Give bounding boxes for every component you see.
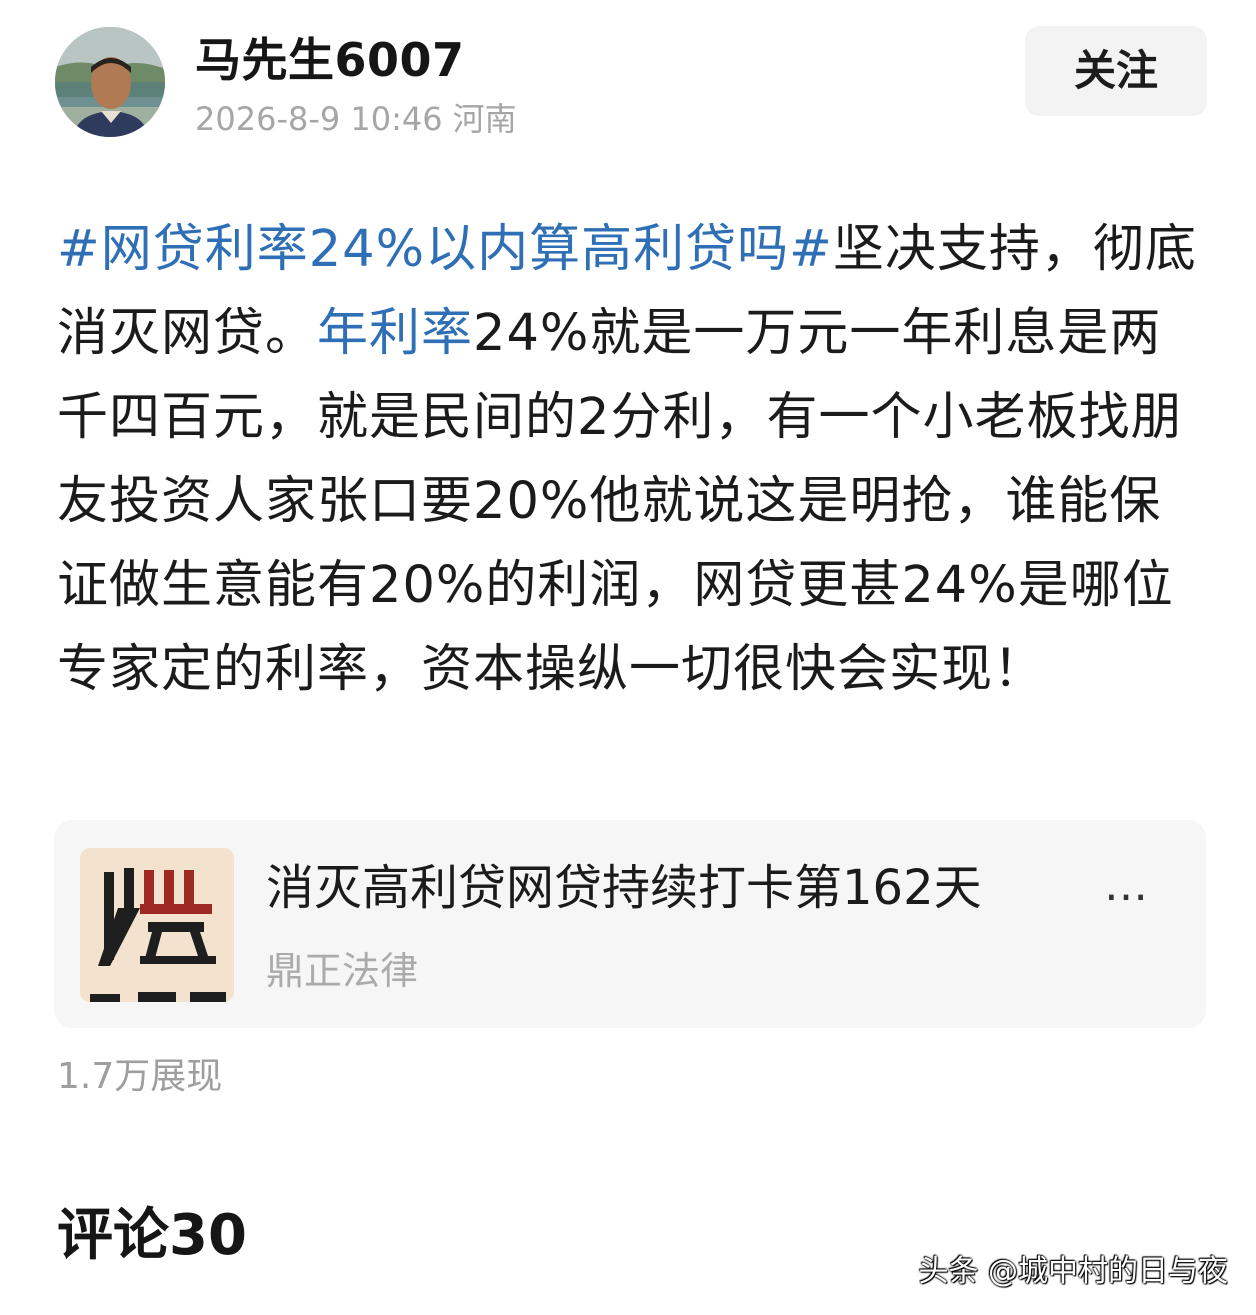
post-text-part-2: 24%就是一万元一年利息是两千四百元，就是民间的2分利，有一个小老板找朋友投资人…: [57, 304, 1183, 699]
view-count: 1.7万展现: [57, 1056, 223, 1097]
author-name[interactable]: 马先生6007: [195, 30, 465, 90]
keyword-link[interactable]: 年利率: [317, 304, 473, 363]
shared-article-card[interactable]: 消灭高利贷网贷持续打卡第162天 … 鼎正法律: [54, 820, 1206, 1028]
hashtag-link[interactable]: #网贷利率24%以内算高利贷吗#: [57, 220, 833, 279]
post-date: 2026-8-9 10:46: [195, 100, 443, 138]
article-thumbnail: [80, 848, 234, 1002]
more-ellipsis-icon: …: [1104, 860, 1148, 911]
author-avatar[interactable]: [55, 27, 165, 137]
comments-heading: 评论30: [57, 1203, 247, 1268]
article-title[interactable]: 消灭高利贷网贷持续打卡第162天: [266, 856, 1166, 920]
article-source: 鼎正法律: [266, 949, 419, 993]
follow-button[interactable]: 关注: [1025, 26, 1207, 116]
watermark: 头条 @城中村的日与夜: [918, 1254, 1228, 1289]
post-text: #网贷利率24%以内算高利贷吗#坚决支持，彻底消灭网贷。年利率24%就是一万元一…: [57, 208, 1207, 712]
dingzheng-law-logo-icon: [80, 848, 234, 1002]
person-portrait-icon: [55, 27, 165, 137]
post-meta: 2026-8-9 10:46 河南: [195, 98, 517, 140]
post-location: 河南: [452, 100, 517, 138]
